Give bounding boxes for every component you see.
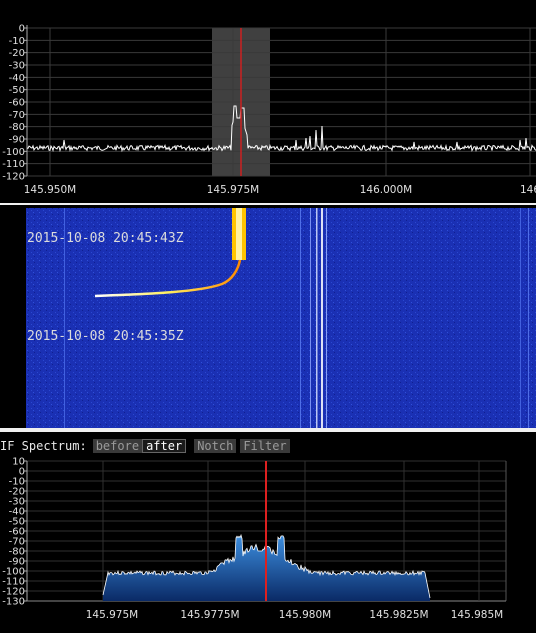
if-x-tick-label: 145.985M [451,609,503,621]
x-tick-label: 145.950M [24,184,76,196]
if-x-tick-label: 145.980M [279,609,331,621]
spectrum-plot[interactable]: 0-10-20 -30-40-50 -60-70-80 -90-100-110 -120… [0,0,536,205]
y-tick-label: -80 [9,122,25,133]
waterfall-view[interactable]: 2015-10-08 20:45:43Z 2015-10-08 20:45:35… [0,208,536,430]
after-button[interactable]: after [142,439,187,453]
x-tick-label: 146.000M [360,184,412,196]
spectrum-panel[interactable]: 0 -10 -20 -30 -40 -50 -60 -70 -80 -90 -100 -110 -120… [0,0,536,205]
if-spectrum-label: IF Spectrum: [0,439,87,453]
y-tick-label: -70 [9,110,25,121]
if-x-tick-label: 145.975M [86,609,138,621]
waterfall-panel[interactable]: 2015-10-08 20:45:43Z 2015-10-08 20:45:35… [0,205,536,430]
if-spectrum-toolbar: IF Spectrum: before after Notch Filter [0,437,290,455]
if-y-tick-label: -130 [2,597,25,608]
timestamp-bottom: 2015-10-08 20:45:35Z [27,329,184,344]
y-tick-label: -20 [9,48,25,59]
y-tick-label: -30 [9,61,25,72]
y-tick-label: -90 [9,135,25,146]
notch-button[interactable]: Notch [194,439,237,453]
y-tick-label: -110 [2,159,25,170]
timestamp-top: 2015-10-08 20:45:43Z [27,231,184,246]
spectrum-trace [26,105,536,153]
panel-divider [0,428,536,432]
y-tick-label: -100 [2,147,25,158]
if-x-tick-label: 145.9825M [369,609,428,621]
if-spectrum-panel[interactable]: 10 0 -10 -20 -30 -40 -50 -60 -70 -80 -90 -100 -110 -1… [0,455,536,629]
if-spectrum-plot[interactable]: 100-10-20-30-40-50-60-70-80-90-100-110-1… [0,455,536,629]
if-x-tick-label: 145.9775M [180,609,239,621]
y-tick-label: -40 [9,73,25,84]
x-tick-label: 145.975M [207,184,259,196]
y-tick-label: -50 [9,85,25,96]
y-tick-label: -120 [2,172,25,183]
before-button[interactable]: before [92,439,143,453]
x-tick-label: 146 [520,184,536,196]
filter-button[interactable]: Filter [240,439,290,453]
y-tick-label: -60 [9,98,25,109]
y-tick-label: -10 [9,36,25,47]
y-tick-label: 0 [19,24,25,35]
